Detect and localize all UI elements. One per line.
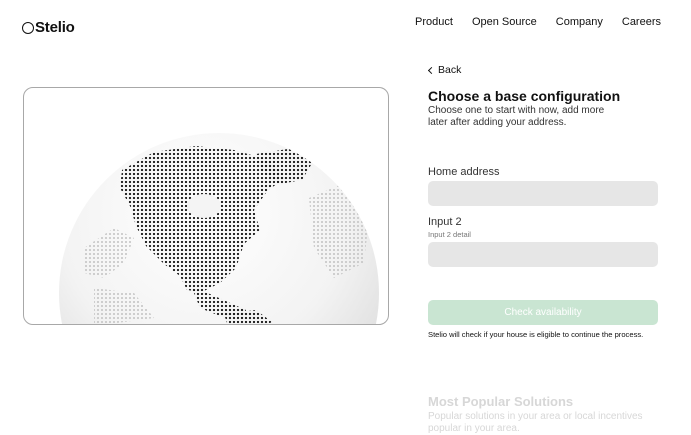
input-2-field[interactable] (428, 242, 658, 267)
nav-link-product[interactable]: Product (415, 16, 453, 28)
logo-circle-icon (22, 21, 34, 34)
input-2-label: Input 2 (428, 216, 462, 228)
brand-logo[interactable]: Stelio (22, 19, 75, 36)
main-nav: Product Open Source Company Careers (415, 16, 661, 28)
check-availability-button[interactable]: Check availability (428, 300, 658, 325)
popular-solutions-title: Most Popular Solutions (428, 394, 574, 409)
hudson-bay-gap (187, 194, 221, 218)
nav-link-careers[interactable]: Careers (622, 16, 661, 28)
page-title: Choose a base configuration (428, 88, 621, 104)
back-label: Back (438, 64, 462, 76)
back-link[interactable]: Back (427, 64, 462, 76)
page-subtitle: Choose one to start with now, add more l… (428, 105, 605, 128)
eligibility-note: Stelio will check if your house is eligi… (428, 330, 644, 339)
chevron-left-icon (427, 66, 436, 74)
popular-solutions-subtitle: Popular solutions in your area or local … (428, 411, 643, 434)
globe-image-card (23, 87, 389, 325)
home-address-label: Home address (428, 166, 500, 178)
top-navigation-bar: Stelio Product Open Source Company Caree… (0, 0, 691, 50)
home-address-input[interactable] (428, 181, 658, 206)
nav-link-company[interactable]: Company (556, 16, 603, 28)
brand-name: Stelio (35, 19, 75, 36)
nav-link-open-source[interactable]: Open Source (472, 16, 537, 28)
input-2-hint: Input 2 detail (428, 230, 471, 239)
globe-illustration (59, 133, 379, 324)
